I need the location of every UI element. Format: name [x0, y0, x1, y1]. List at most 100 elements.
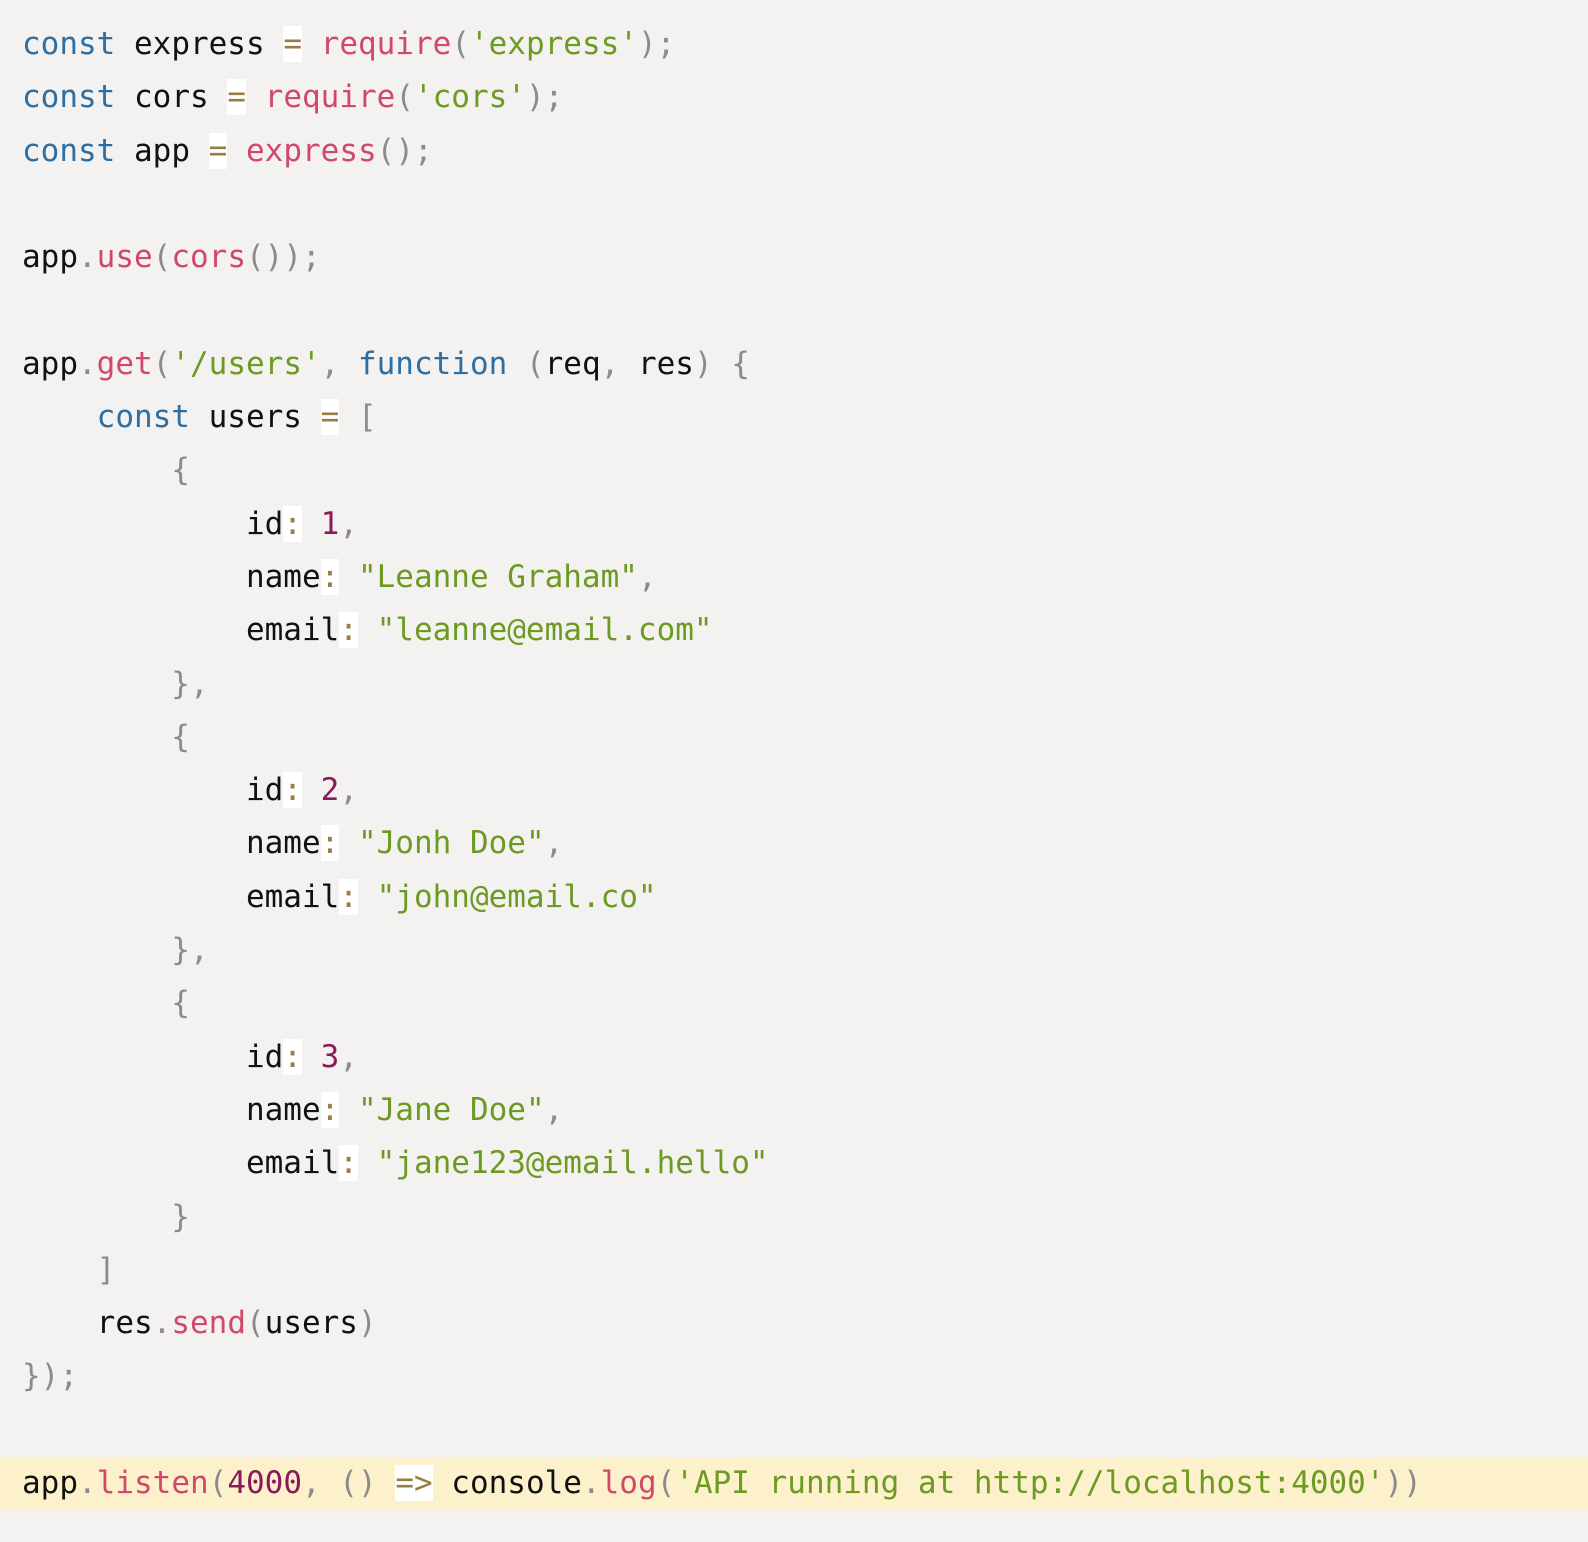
code-token: name	[22, 558, 321, 595]
code-line: }	[0, 1191, 1588, 1244]
code-token: :	[283, 1038, 302, 1075]
code-token: require	[320, 26, 452, 62]
code-token: id	[22, 772, 284, 809]
code-token: "leanne@email.com"	[376, 612, 713, 649]
code-token: =	[208, 132, 228, 169]
code-line: email: "leanne@email.com"	[0, 604, 1588, 657]
code-token: (	[152, 239, 172, 276]
code-token: "Jonh Doe"	[357, 825, 545, 862]
code-token: {	[22, 985, 190, 1022]
code-token: name	[22, 1091, 321, 1128]
code-token: );	[637, 26, 676, 62]
code-line: id: 2,	[0, 764, 1588, 817]
code-token: ,	[339, 1038, 358, 1075]
code-token: require	[264, 79, 396, 116]
code-token: 1	[320, 505, 340, 542]
code-token: :	[320, 558, 340, 595]
code-token: cors	[115, 79, 228, 116]
code-token: ) {	[693, 345, 750, 382]
code-token: 'API running at http://localhost:4000'	[675, 1465, 1385, 1502]
code-token: get	[96, 345, 153, 382]
code-token: .	[581, 1465, 601, 1502]
code-token: :	[320, 825, 340, 862]
code-token: ,	[320, 345, 358, 382]
code-token: =>	[395, 1465, 433, 1502]
code-line: name: "Jane Doe",	[0, 1084, 1588, 1137]
code-token: :	[320, 1091, 340, 1128]
code-token: ,	[544, 1091, 564, 1128]
code-line: },	[0, 658, 1588, 711]
code-token: ,	[339, 772, 358, 809]
code-line: email: "john@email.co"	[0, 871, 1588, 924]
code-token: (	[208, 1465, 228, 1502]
code-token: id	[22, 1038, 284, 1075]
code-token: send	[171, 1305, 246, 1342]
code-token: (	[152, 345, 172, 382]
code-line-highlighted: app.listen(4000, () => console.log('API …	[0, 1457, 1588, 1511]
code-token: const	[22, 79, 116, 116]
code-token: (	[525, 345, 545, 382]
code-token: const	[22, 26, 116, 62]
code-line: name: "Leanne Graham",	[0, 551, 1588, 604]
code-token: "Jane Doe"	[357, 1091, 545, 1128]
code-token: {	[22, 452, 190, 489]
code-token: ))	[1384, 1465, 1422, 1502]
code-line: });	[0, 1350, 1588, 1403]
code-token: 'express'	[469, 26, 638, 62]
code-token: log	[600, 1465, 657, 1502]
code-token: app	[22, 239, 78, 276]
code-token: .	[78, 239, 97, 276]
code-token: express	[115, 26, 284, 62]
code-token: '/users'	[171, 345, 321, 382]
code-token: .	[78, 345, 97, 382]
code-line: const app = express();	[0, 125, 1588, 178]
code-token: (	[656, 1465, 676, 1502]
code-token: .	[78, 1465, 97, 1502]
code-token: email	[22, 878, 340, 915]
code-token: {	[22, 718, 190, 755]
code-token: )	[357, 1305, 377, 1342]
code-line: {	[0, 444, 1588, 497]
code-token: :	[283, 505, 302, 542]
code-token: , ()	[301, 1465, 396, 1502]
code-token: (	[395, 79, 414, 116]
code-token: email	[22, 1145, 340, 1182]
code-token: console	[432, 1465, 582, 1502]
code-editor[interactable]: const express = require('express'); const…	[0, 18, 1588, 1511]
code-token: ,	[637, 558, 657, 595]
code-token: ,	[600, 345, 638, 382]
code-token: ();	[376, 132, 433, 169]
code-token: :	[283, 772, 302, 809]
code-token: },	[22, 932, 209, 969]
code-line: ]	[0, 1244, 1588, 1297]
code-token: res	[22, 1305, 153, 1342]
code-token: const	[22, 132, 116, 169]
code-token: 'cors'	[413, 79, 526, 116]
code-token: });	[22, 1358, 78, 1395]
code-token: "Leanne Graham"	[357, 558, 638, 595]
code-token: const	[96, 399, 190, 436]
code-token: users	[264, 1305, 358, 1342]
code-token: app	[22, 345, 78, 382]
code-token: =	[283, 26, 302, 62]
code-token: 4000	[227, 1465, 302, 1502]
code-line: {	[0, 977, 1588, 1030]
code-token: cors	[171, 239, 246, 276]
code-token: listen	[96, 1465, 209, 1502]
code-token: ,	[544, 825, 564, 862]
code-token: use	[96, 239, 153, 276]
code-token: ,	[339, 505, 358, 542]
code-line: app.get('/users', function (req, res) {	[0, 338, 1588, 391]
